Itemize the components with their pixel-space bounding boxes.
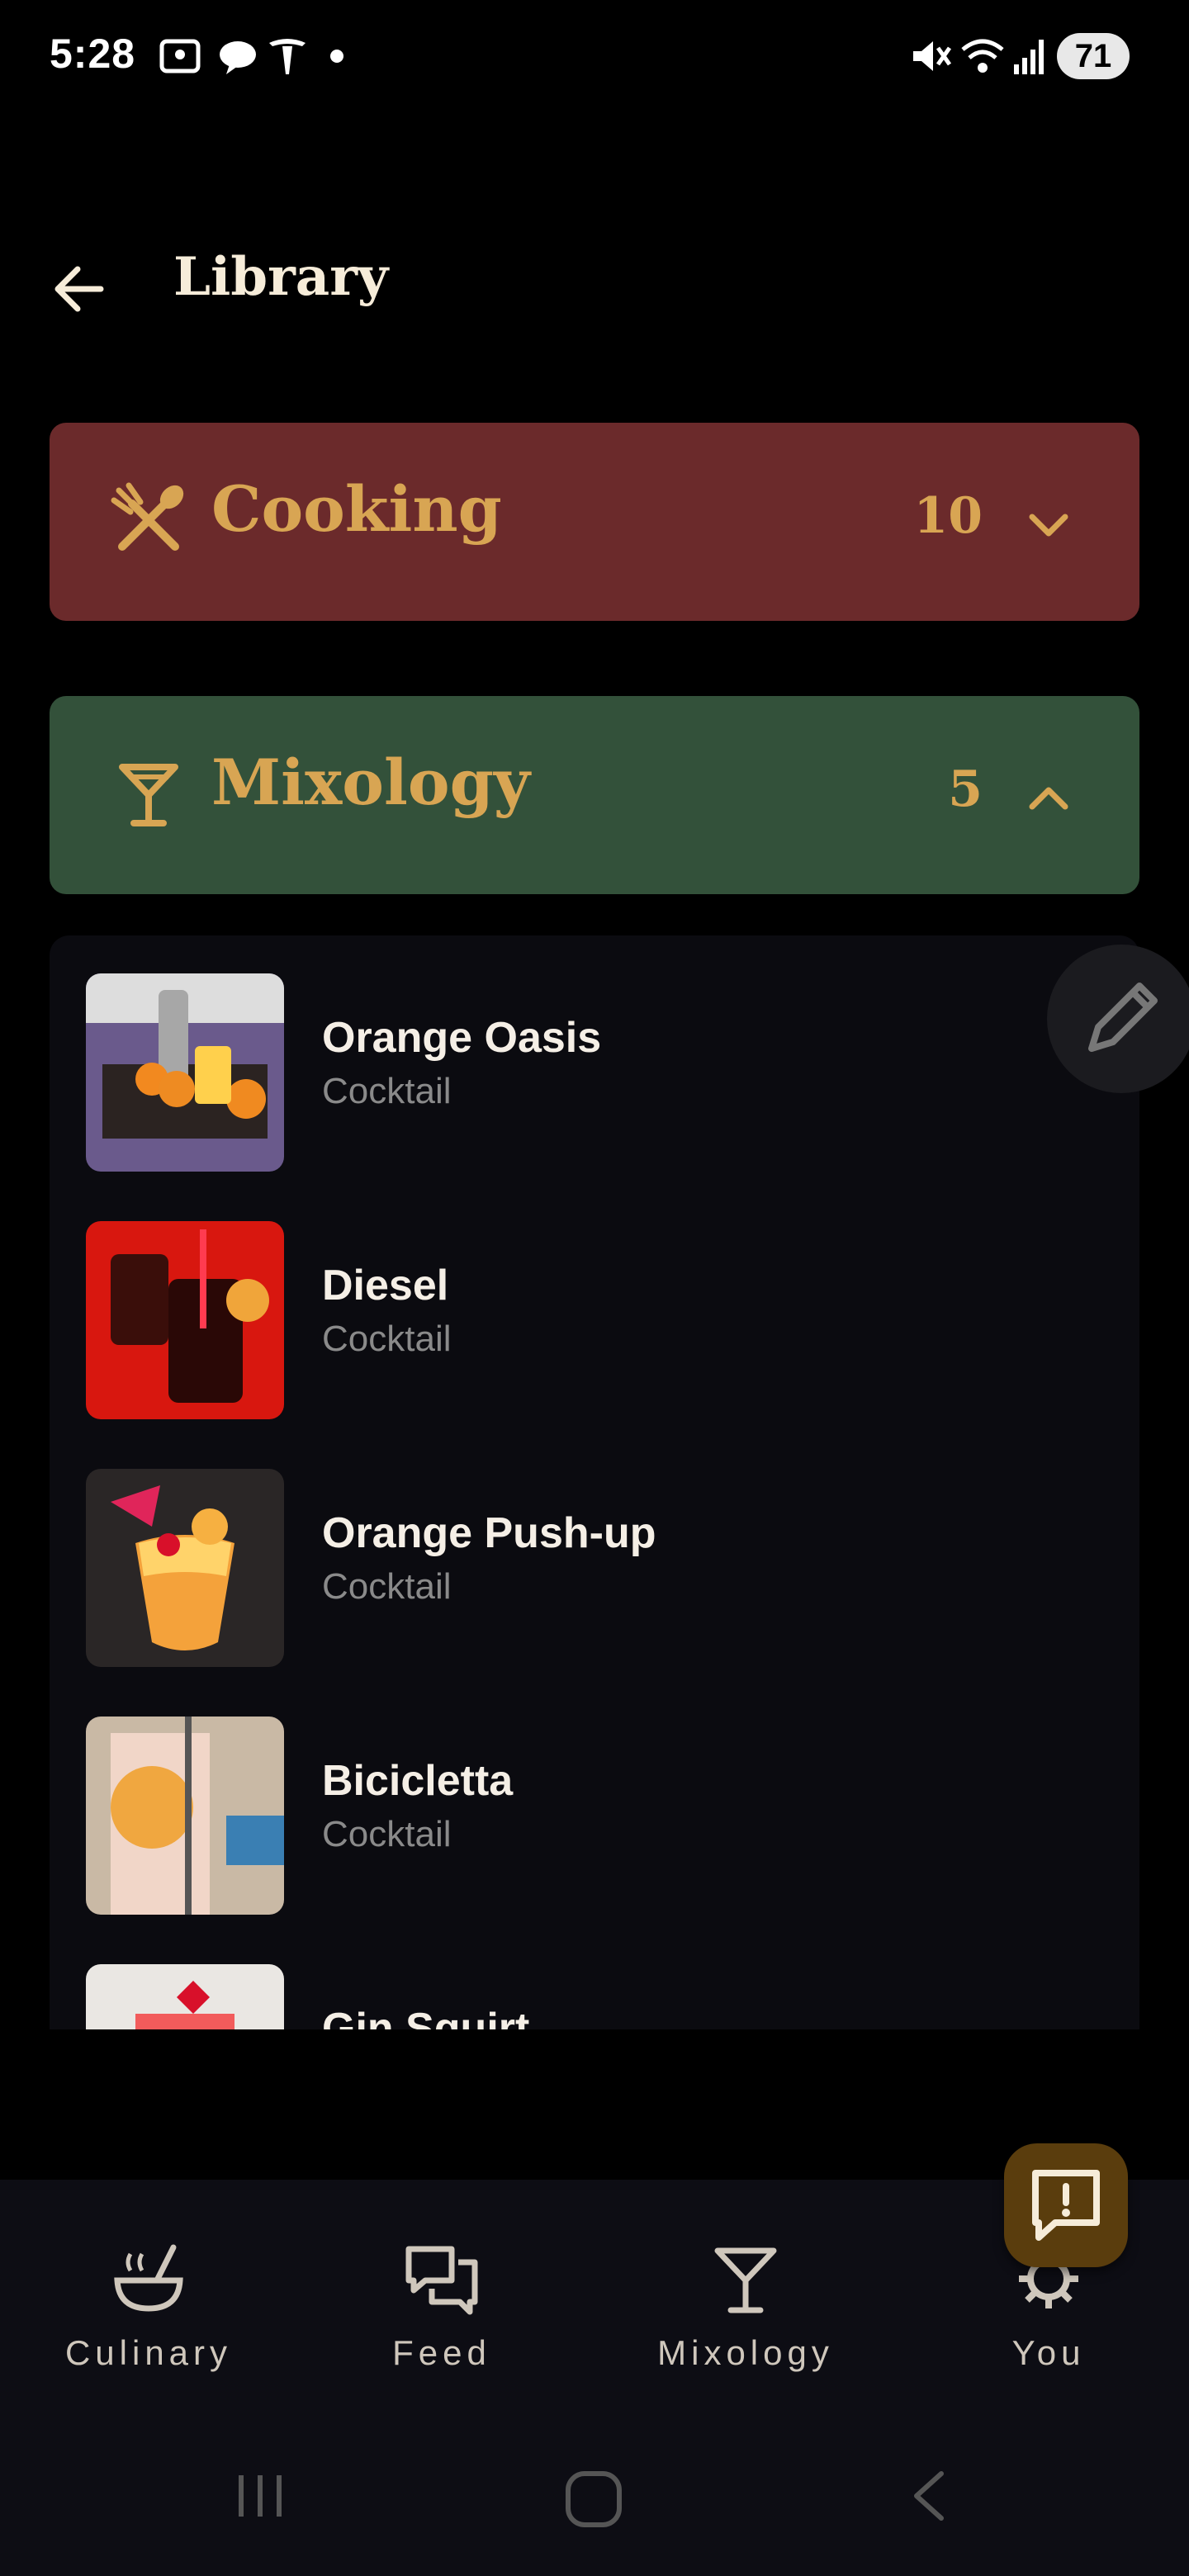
page-title: Library <box>173 246 389 308</box>
recipe-name: Orange Push-up <box>322 1509 656 1557</box>
recent-apps-icon[interactable] <box>231 2467 289 2525</box>
edit-button[interactable] <box>1047 945 1189 1093</box>
fork-spoon-icon <box>111 482 184 551</box>
list-item[interactable]: Gin Squirt <box>86 1964 1077 2029</box>
recipe-thumbnail <box>86 1469 284 1667</box>
recipe-thumbnail <box>86 1221 284 1419</box>
list-item[interactable]: Orange Oasis Cocktail <box>86 973 1077 1172</box>
system-navigation-bar <box>0 2427 1189 2576</box>
list-item[interactable]: Orange Push-up Cocktail <box>86 1469 1077 1667</box>
cocktail-glass-icon <box>714 2247 777 2313</box>
category-label: Mixology <box>211 746 530 819</box>
tesla-icon <box>269 39 306 74</box>
status-time: 5:28 <box>50 31 136 77</box>
wifi-icon <box>961 39 1004 73</box>
recipe-type: Cocktail <box>322 1566 452 1607</box>
screenshot-icon <box>159 39 201 73</box>
nav-label: You <box>1011 2333 1086 2372</box>
recipe-name: Orange Oasis <box>322 1014 602 1062</box>
nav-mixology[interactable]: Mixology <box>597 2180 894 2427</box>
list-item[interactable]: Bicicletta Cocktail <box>86 1717 1077 1915</box>
recipe-thumbnail <box>86 1717 284 1915</box>
recipe-thumbnail <box>86 1964 284 2029</box>
cocktail-glass-icon <box>119 764 178 826</box>
nav-feed[interactable]: Feed <box>293 2180 590 2427</box>
recipe-type: Cocktail <box>322 1071 452 1111</box>
back-button[interactable] <box>50 248 140 330</box>
feedback-button[interactable] <box>1004 2143 1128 2267</box>
battery-indicator: 71 <box>1057 33 1130 79</box>
feedback-icon <box>1032 2170 1100 2241</box>
recipe-type: Cocktail <box>322 1814 452 1854</box>
recipe-name: Diesel <box>322 1262 449 1309</box>
nav-label: Mixology <box>657 2333 834 2372</box>
nav-label: Feed <box>392 2333 491 2372</box>
soup-bowl-icon <box>114 2244 183 2312</box>
mute-icon <box>913 41 952 71</box>
arrow-left-icon <box>54 266 104 312</box>
home-icon[interactable] <box>561 2467 628 2533</box>
list-item[interactable]: Diesel Cocktail <box>86 1221 1077 1419</box>
category-label: Cooking <box>211 472 502 546</box>
messages-icon <box>220 41 256 74</box>
pencil-icon <box>1088 983 1158 1052</box>
recipe-name: Gin Squirt <box>322 2005 530 2029</box>
nav-label: Culinary <box>64 2333 233 2372</box>
category-mixology[interactable]: Mixology 5 <box>50 696 1139 894</box>
nav-culinary[interactable]: Culinary <box>0 2180 297 2427</box>
status-bar: 5:28 71 <box>0 0 1189 116</box>
notification-dot-icon <box>330 50 343 63</box>
recipe-list[interactable]: Orange Oasis Cocktail Diesel Cocktail Or… <box>50 935 1139 2029</box>
category-count: 5 <box>948 760 983 818</box>
category-cooking[interactable]: Cooking 10 <box>50 423 1139 621</box>
recipe-thumbnail <box>86 973 284 1172</box>
chevron-up-icon <box>1029 787 1068 810</box>
recipe-type: Cocktail <box>322 1319 452 1359</box>
recipe-name: Bicicletta <box>322 1757 514 1805</box>
signal-icon <box>1014 40 1044 74</box>
category-count: 10 <box>913 487 983 545</box>
system-back-icon[interactable] <box>900 2467 958 2525</box>
chat-bubbles-icon <box>405 2246 478 2315</box>
chevron-down-icon <box>1029 514 1068 537</box>
